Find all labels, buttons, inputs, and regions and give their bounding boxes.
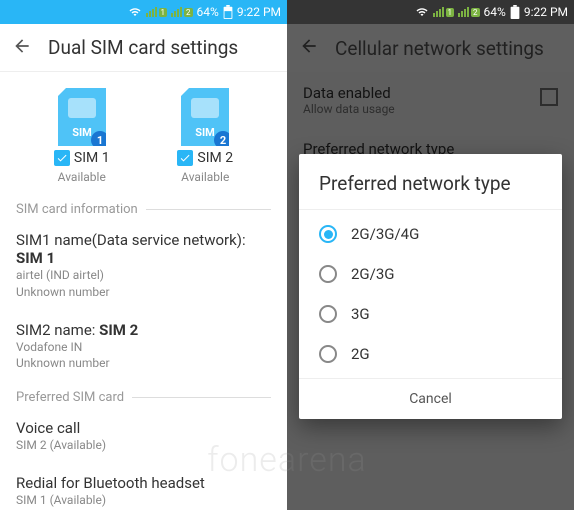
wifi-icon — [128, 6, 142, 18]
sim2-card[interactable]: SIM 2 SIM 2 Available — [177, 88, 233, 184]
status-bar: 1 2 64% 9:22 PM — [0, 0, 287, 24]
clock: 9:22 PM — [237, 5, 281, 19]
section-sim-info: SIM card information — [0, 194, 287, 221]
radio-icon — [319, 265, 337, 283]
wifi-icon — [415, 6, 429, 18]
battery-percent: 64% — [484, 5, 506, 19]
battery-icon — [510, 5, 520, 19]
back-icon[interactable] — [12, 36, 32, 60]
svg-text:1: 1 — [97, 134, 103, 146]
radio-option-2g3g[interactable]: 2G/3G — [299, 254, 562, 294]
sim1-label: SIM 1 — [74, 150, 110, 166]
status-bar: 1 2 64% 9:22 PM — [287, 0, 574, 24]
radio-option-3g[interactable]: 3G — [299, 294, 562, 334]
preferred-network-dialog: Preferred network type 2G/3G/4G 2G/3G 3G — [299, 154, 562, 419]
svg-text:SIM: SIM — [195, 126, 215, 139]
svg-text:2: 2 — [220, 134, 226, 146]
radio-group: 2G/3G/4G 2G/3G 3G 2G — [299, 210, 562, 378]
screen-dual-sim: 1 2 64% 9:22 PM Dual SIM card settings S… — [0, 0, 287, 510]
sim1-info-item[interactable]: SIM1 name(Data service network): SIM 1 a… — [0, 221, 287, 311]
sim2-checkbox[interactable] — [177, 150, 193, 166]
sim1-icon: SIM 1 — [58, 88, 106, 146]
section-preferred: Preferred SIM card — [0, 382, 287, 409]
app-bar: Dual SIM card settings — [0, 24, 287, 72]
radio-icon — [319, 225, 337, 243]
sim2-info-item[interactable]: SIM2 name: SIM 2 Vodafone IN Unknown num… — [0, 311, 287, 383]
voice-call-item[interactable]: Voice call SIM 2 (Available) — [0, 409, 287, 464]
svg-text:SIM: SIM — [72, 126, 92, 139]
sim1-card[interactable]: SIM 1 SIM 1 Available — [54, 88, 110, 184]
redial-bluetooth-item[interactable]: Redial for Bluetooth headset SIM 1 (Avai… — [0, 464, 287, 510]
sim2-label: SIM 2 — [197, 150, 233, 166]
sim1-status: Available — [58, 170, 106, 184]
battery-icon — [223, 5, 233, 19]
page-title: Dual SIM card settings — [48, 36, 238, 59]
radio-icon — [319, 305, 337, 323]
radio-option-2g[interactable]: 2G — [299, 334, 562, 374]
radio-icon — [319, 345, 337, 363]
signal-sim1-icon: 1 — [146, 7, 168, 17]
radio-option-2g3g4g[interactable]: 2G/3G/4G — [299, 214, 562, 254]
sim2-icon: SIM 2 — [181, 88, 229, 146]
cancel-button[interactable]: Cancel — [299, 378, 562, 419]
signal-sim2-icon: 2 — [458, 7, 480, 17]
battery-percent: 64% — [197, 5, 219, 19]
dialog-title: Preferred network type — [299, 154, 562, 210]
sim1-checkbox[interactable] — [54, 150, 70, 166]
sim2-status: Available — [181, 170, 229, 184]
screen-cellular: 1 2 64% 9:22 PM Cellular network setting… — [287, 0, 574, 510]
signal-sim1-icon: 1 — [433, 7, 455, 17]
sim-selector-row: SIM 1 SIM 1 Available SIM 2 SIM 2 Availabl… — [0, 72, 287, 194]
clock: 9:22 PM — [524, 5, 568, 19]
signal-sim2-icon: 2 — [171, 7, 193, 17]
